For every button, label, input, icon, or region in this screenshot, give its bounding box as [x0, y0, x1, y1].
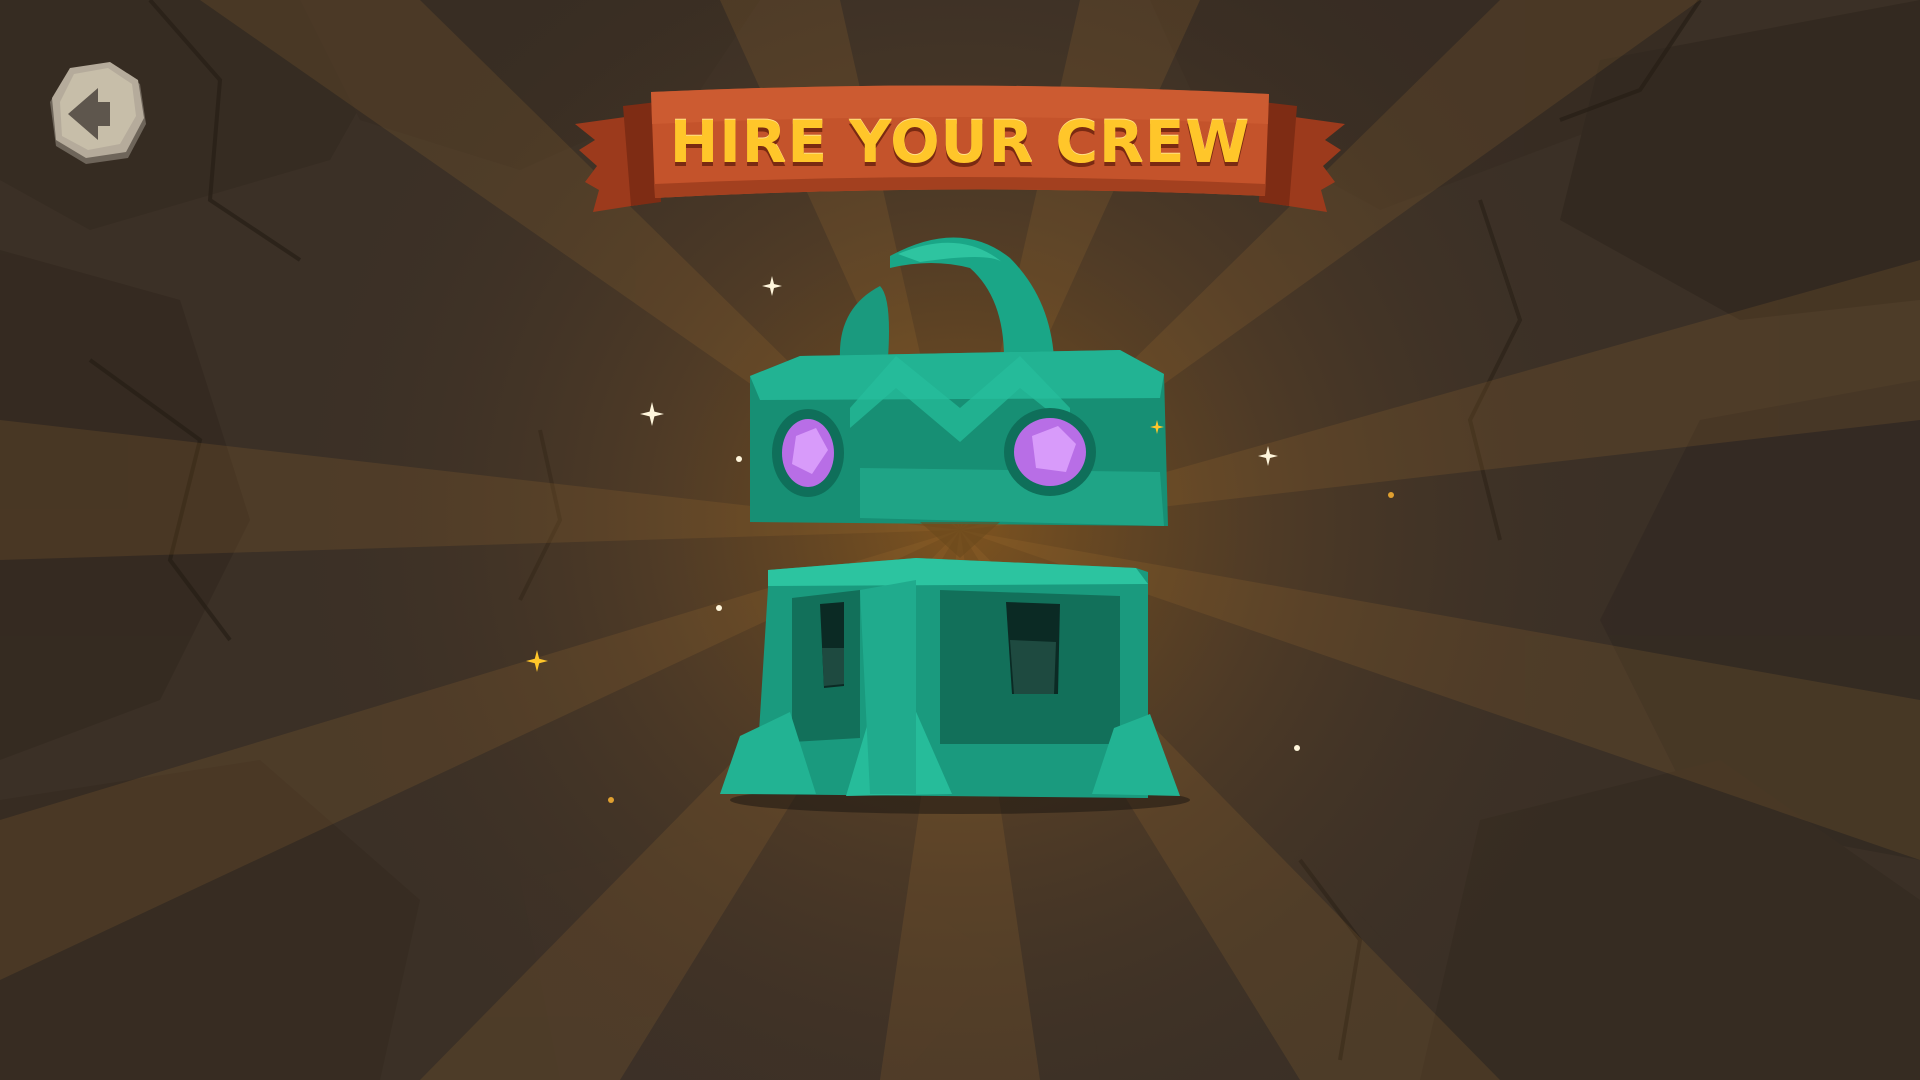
- jade-chest-icon: [720, 237, 1190, 814]
- ribbon-banner-icon: [575, 85, 1345, 212]
- crew-chest[interactable]: [720, 228, 1200, 818]
- arrow-left-icon: [50, 62, 146, 164]
- game-screen: HIRE YOUR CREW: [0, 0, 1920, 1080]
- title-banner: HIRE YOUR CREW: [575, 84, 1345, 218]
- back-button[interactable]: [48, 62, 148, 166]
